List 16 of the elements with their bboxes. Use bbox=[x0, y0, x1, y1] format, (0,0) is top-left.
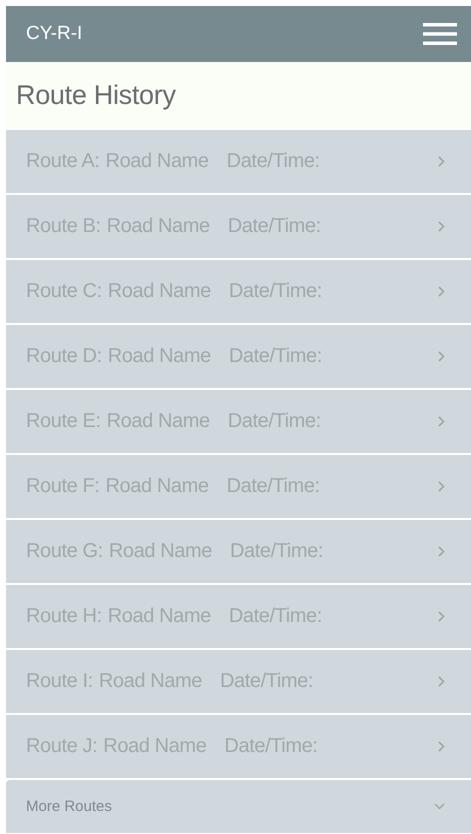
more-routes-row[interactable]: More Routes bbox=[6, 780, 471, 833]
chevron-right-icon bbox=[438, 741, 445, 752]
chevron-right-icon bbox=[438, 416, 445, 427]
menu-icon[interactable] bbox=[423, 22, 457, 46]
page-title: Route History bbox=[16, 80, 176, 110]
chevron-right-icon bbox=[438, 156, 445, 167]
more-routes-label: More Routes bbox=[26, 798, 112, 815]
chevron-right-icon bbox=[438, 481, 445, 492]
app-title: CY-R-I bbox=[26, 23, 82, 45]
chevron-right-icon bbox=[438, 611, 445, 622]
chevron-right-icon bbox=[438, 676, 445, 687]
chevron-right-icon bbox=[438, 221, 445, 232]
chevron-right-icon bbox=[438, 286, 445, 297]
chevron-right-icon bbox=[438, 546, 445, 557]
chevron-down-icon bbox=[434, 803, 445, 810]
chevron-right-icon bbox=[438, 351, 445, 362]
